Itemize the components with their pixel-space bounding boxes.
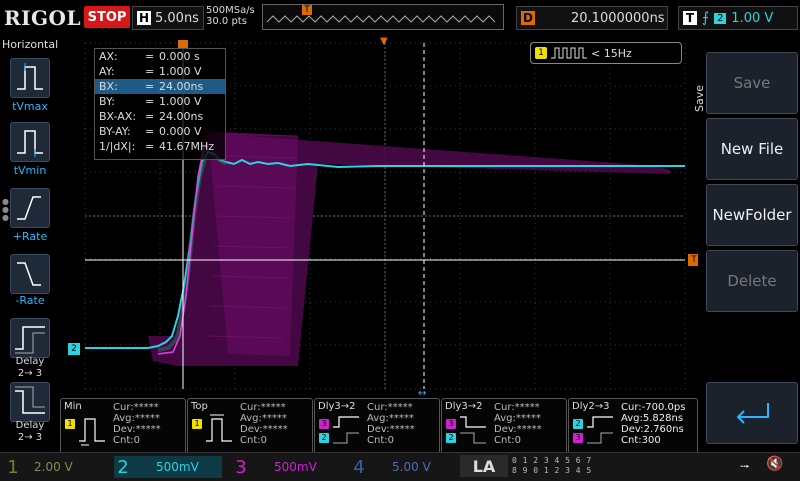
measurement-delay-3-2-rise[interactable]: Dly3→2 3 2 Cur:***** Avg:***** Dev:***** Cn… <box>314 398 440 454</box>
rising-edge-icon: ⨍ <box>702 10 710 26</box>
menu-side-label: Save <box>693 84 707 113</box>
delete-button[interactable]: Delete <box>706 250 798 312</box>
measurement-channel-badge: 1 <box>65 419 75 429</box>
measurement-values: Cur:***** Avg:***** Dev:***** Cnt:0 <box>494 402 542 446</box>
trigger-key: T <box>683 11 697 25</box>
frequency-counter[interactable]: 1 < 15Hz <box>530 42 682 64</box>
fall-rate-label: -Rate <box>15 294 45 307</box>
delay-rise-label: Delay 2→ 3 <box>15 356 45 379</box>
usb-icon: ⭬ <box>740 460 750 475</box>
cursor-readout: AX: = 0.000 s AY: = 1.000 V BX: = 24.00ns BY: =… <box>94 48 226 160</box>
cursor-row-inv-dx: 1/|dX|: = 41.67MHz <box>99 140 215 153</box>
measurement-values: Cur:***** Avg:***** Dev:***** Cnt:0 <box>367 402 415 446</box>
cursor-row-by: BY: = 1.000 V <box>99 95 202 108</box>
measurement-values: Cur:***** Avg:***** Dev:***** Cnt:0 <box>240 402 288 446</box>
measurement-title: Dly2→3 <box>572 401 610 412</box>
fall-rate-button[interactable] <box>10 254 50 294</box>
cursor-row-bx-ax: BX-AX: = 24.00ns <box>99 110 204 123</box>
delay-center-marker: ▼ <box>380 36 388 47</box>
timebase-key: H <box>137 11 151 25</box>
measurement-title: Min <box>64 401 82 412</box>
rise-rate-button[interactable] <box>10 188 50 228</box>
measurement-min[interactable]: Min 1 Cur:***** Avg:***** Dev:***** Cnt:0 <box>60 398 186 454</box>
frequency-value: < 15Hz <box>591 46 632 60</box>
new-file-button[interactable]: New File <box>706 118 798 180</box>
measurement-top[interactable]: Top 1 Cur:***** Avg:***** Dev:***** Cnt:0 <box>187 398 313 454</box>
channel-3-button[interactable]: 3 500mV <box>232 456 340 478</box>
memory-depth: 30.0 pts <box>206 16 247 27</box>
trigger-position-marker: T <box>302 5 312 15</box>
acquisition-info: 500MSa/s 30.0 pts <box>206 5 255 27</box>
new-folder-button[interactable]: NewFolder <box>706 184 798 246</box>
save-button[interactable]: Save <box>706 52 798 114</box>
rise-rate-icon <box>17 196 41 220</box>
square-wave-icon <box>551 47 587 59</box>
measurement-title: Top <box>191 401 208 412</box>
return-arrow-icon <box>736 403 769 424</box>
tvmax-icon <box>17 63 43 90</box>
cursor-row-ay: AY: = 1.000 V <box>99 65 202 78</box>
tvmin-button[interactable] <box>10 122 50 162</box>
logic-analyzer-button[interactable]: LA <box>460 455 508 477</box>
measurement-values: Cur:***** Avg:***** Dev:***** Cnt:0 <box>113 402 161 446</box>
tvmin-label: tVmin <box>13 164 47 177</box>
measurement-channel-badge: 3 <box>446 419 456 429</box>
top-icon <box>206 414 232 442</box>
measurement-channel-badge: 2 <box>573 419 583 429</box>
measurement-channel-badge-b: 3 <box>573 433 583 443</box>
ch2-offset-marker[interactable]: 2 <box>68 343 80 355</box>
fall-rate-icon <box>17 262 41 286</box>
delay-key: D <box>521 11 535 25</box>
channel-1-button[interactable]: 1 2.00 V <box>4 456 110 478</box>
cursor-row-ax: AX: = 0.000 s <box>99 50 200 63</box>
run-stop-status[interactable]: STOP <box>84 6 130 28</box>
rise-rate-label: +Rate <box>12 230 48 243</box>
channel-4-button[interactable]: 4 5.00 V <box>350 456 456 478</box>
measurement-title: Dly3→2 <box>318 401 356 412</box>
cursor-row-bx[interactable]: BX: = 24.00ns <box>95 79 225 94</box>
measurement-delay-3-2-fall[interactable]: Dly3→2 3 2 Cur:***** Avg:***** Dev:***** Cn… <box>441 398 567 454</box>
trigger-box[interactable]: T ⨍ 2 1.00 V <box>678 6 798 30</box>
trigger-level: 1.00 V <box>731 10 774 26</box>
logic-channel-grid[interactable]: 0 1 2 3 4 5 6 7 8 9 0 1 2 3 4 5 <box>512 456 592 476</box>
cursor-row-by-ay: BY-AY: = 0.000 V <box>99 125 202 138</box>
left-panel-title: Horizontal <box>2 38 59 51</box>
timebase-box[interactable]: H 5.00ns <box>132 6 204 30</box>
timebase-value: 5.00ns <box>155 10 199 26</box>
delay-fall-label: Delay 2→ 3 <box>15 420 45 443</box>
measurement-channel-badge: 3 <box>319 419 329 429</box>
tvmax-label: tVmax <box>12 100 48 113</box>
delay-fall-button[interactable] <box>10 382 50 422</box>
timeline-wave-icon <box>266 15 496 23</box>
return-button[interactable] <box>706 382 798 444</box>
memory-timeline[interactable] <box>262 4 504 30</box>
freq-channel-badge: 1 <box>535 47 547 59</box>
delay-fall-icon <box>460 416 486 444</box>
tvmin-icon <box>17 130 43 157</box>
measurement-channel-badge-b: 2 <box>446 433 456 443</box>
delay-fall-icon <box>15 386 45 414</box>
delay-rise-icon <box>333 416 359 444</box>
sample-rate: 500MSa/s <box>206 5 255 16</box>
measurement-title: Dly3→2 <box>445 401 483 412</box>
tvmax-button[interactable] <box>10 58 50 98</box>
delay-value: 20.1000000ns <box>571 10 665 26</box>
trigger-channel-badge: 2 <box>714 12 727 24</box>
more-dots-icon: ● ● ● <box>2 197 9 222</box>
measurement-channel-badge-b: 2 <box>319 433 329 443</box>
rigol-logo: RIGOL <box>4 6 82 30</box>
delay-rise-button[interactable] <box>10 318 50 358</box>
min-icon <box>79 418 105 446</box>
delay-box[interactable]: D 20.1000000ns <box>516 6 668 30</box>
channel-2-button[interactable]: 2 500mV <box>114 456 222 478</box>
delay-2-3-icon <box>587 416 613 444</box>
measurement-values: Cur:-700.0ps Avg:5.828ns Dev:2.760ns Cnt:30… <box>621 402 686 446</box>
measurement-delay-2-3[interactable]: Dly2→3 2 3 Cur:-700.0ps Avg:5.828ns Dev:2.… <box>568 398 698 454</box>
measurement-channel-badge: 1 <box>192 419 202 429</box>
speaker-mute-icon[interactable]: 🔇 <box>766 456 783 472</box>
trigger-top-marker <box>178 40 188 48</box>
delay-rise-icon <box>15 326 45 354</box>
